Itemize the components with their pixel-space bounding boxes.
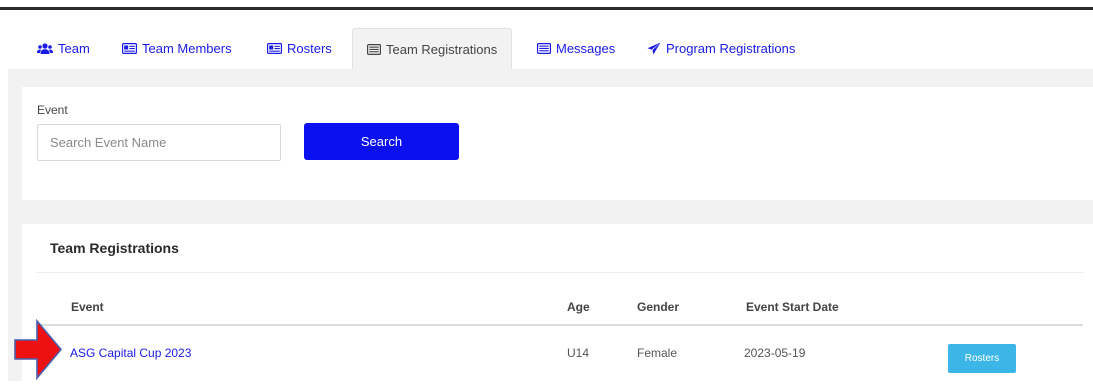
rosters-button[interactable]: Rosters [948,344,1016,373]
column-header-age: Age [567,300,590,314]
age-cell: U14 [567,346,590,360]
panel-title: Team Registrations [50,240,179,256]
tab-messages-label: Messages [556,41,616,56]
top-divider [0,7,1093,10]
tab-team[interactable]: Team [37,28,90,69]
tab-messages[interactable]: Messages [537,28,615,69]
event-label: Event [37,103,68,117]
tab-team-members-label: Team Members [142,41,232,56]
tab-team-members[interactable]: Team Members [122,28,232,69]
tab-program-registrations[interactable]: Program Registrations [647,28,795,69]
column-header-event: Event [71,300,104,314]
panel-divider [37,272,1083,273]
tab-rosters-label: Rosters [287,41,332,56]
tab-bar: Team Team Members Rosters Team Registrat… [8,28,1093,70]
search-event-input[interactable] [37,124,281,161]
id-card-icon [267,43,282,54]
event-link[interactable]: ASG Capital Cup 2023 [70,346,191,360]
id-card-icon [122,43,137,54]
tab-team-registrations-label: Team Registrations [386,41,498,57]
column-header-event-start-date: Event Start Date [746,300,839,314]
users-icon [37,42,53,55]
event-start-date-cell: 2023-05-19 [744,346,806,360]
tab-team-registrations[interactable]: Team Registrations [352,28,513,70]
tab-rosters[interactable]: Rosters [267,28,332,69]
list-icon [367,43,381,55]
list-icon [537,43,551,54]
tab-team-label: Team [58,41,90,56]
gender-cell: Female [637,346,678,360]
search-button[interactable]: Search [304,123,459,160]
column-header-gender: Gender [637,300,680,314]
tab-program-registrations-label: Program Registrations [666,41,796,56]
paper-plane-icon [647,42,661,55]
red-arrow-icon [13,318,63,386]
table-header-divider [37,324,1083,326]
